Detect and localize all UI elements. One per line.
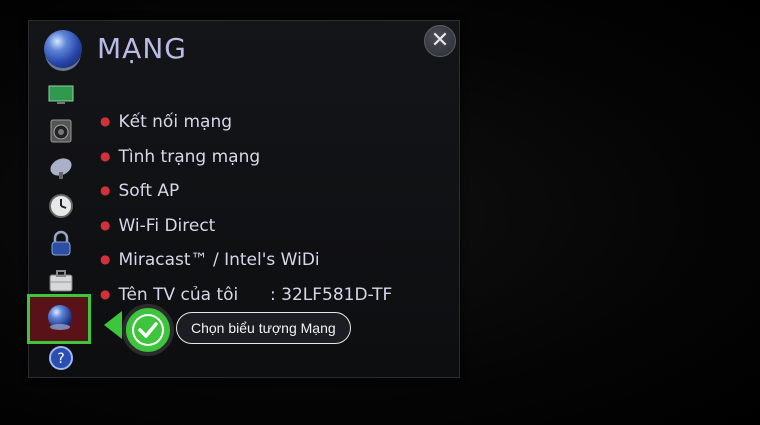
menu-item-soft-ap[interactable]: ● Soft AP bbox=[100, 181, 179, 201]
tv-name-value: : 32LF581D-TF bbox=[270, 285, 393, 305]
bullet-icon: ● bbox=[100, 114, 111, 128]
sound-icon[interactable] bbox=[48, 118, 74, 144]
bullet-icon: ● bbox=[100, 183, 111, 197]
bullet-icon: ● bbox=[100, 218, 111, 232]
callout-check-badge bbox=[122, 304, 174, 356]
menu-item-network-status[interactable]: ● Tình trạng mạng bbox=[100, 147, 260, 167]
bullet-icon: ● bbox=[100, 252, 111, 266]
bullet-icon: ● bbox=[100, 287, 111, 301]
help-icon[interactable]: ? bbox=[48, 345, 74, 371]
menu-item-tv-name[interactable]: ● Tên TV của tôi bbox=[100, 285, 238, 305]
menu-item-miracast[interactable]: ● Miracast™ / Intel's WiDi bbox=[100, 250, 320, 270]
checkmark-icon bbox=[134, 316, 162, 344]
callout-label: Chọn biểu tượng Mạng bbox=[176, 312, 351, 344]
channel-icon[interactable] bbox=[48, 155, 74, 181]
time-icon[interactable] bbox=[48, 193, 74, 219]
network-icon[interactable] bbox=[45, 303, 75, 333]
page-title: MẠNG bbox=[97, 32, 187, 65]
lock-icon[interactable] bbox=[48, 230, 74, 256]
network-globe-icon bbox=[44, 30, 82, 68]
close-icon: ✕ bbox=[430, 28, 450, 53]
bullet-icon: ● bbox=[100, 149, 111, 163]
callout-arrow bbox=[104, 311, 122, 339]
menu-item-network-connection[interactable]: ● Kết nối mạng bbox=[100, 112, 232, 132]
menu-item-wifi-direct[interactable]: ● Wi-Fi Direct bbox=[100, 216, 215, 236]
option-icon[interactable] bbox=[48, 268, 74, 294]
picture-icon[interactable] bbox=[48, 82, 74, 108]
close-button[interactable]: ✕ bbox=[424, 25, 456, 57]
svg-text:?: ? bbox=[57, 351, 64, 367]
